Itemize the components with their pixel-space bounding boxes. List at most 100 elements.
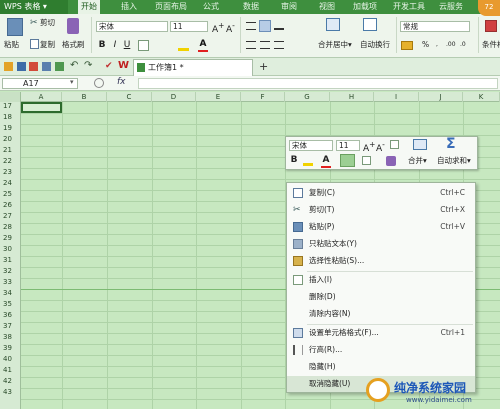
new-tab-button[interactable]: + [259,60,268,73]
copy-button[interactable]: 复制 [40,40,55,50]
mini-bold-button[interactable]: B [289,155,299,166]
menu-item-clear[interactable]: 清除内容(N) [287,306,475,322]
row-header[interactable]: 40 [0,355,21,364]
number-format-combo[interactable]: 常规 [400,21,470,32]
row-header[interactable]: 31 [0,256,21,265]
row-header[interactable]: 42 [0,377,21,386]
menu-item-delete[interactable]: 删除(D) [287,289,475,305]
menu-item-paste-text[interactable]: 只粘贴文本(Y) [287,236,475,252]
column-header-k[interactable]: K [463,92,500,102]
underline-button[interactable]: U [122,40,132,51]
merge-center-button[interactable]: 合并居中▾ [318,40,352,50]
zoom-icon[interactable] [94,78,104,88]
row-header[interactable]: 26 [0,201,21,210]
paste-button[interactable]: 粘贴 [4,40,19,50]
select-all-corner[interactable] [0,92,21,102]
row-header[interactable]: 21 [0,146,21,155]
row-header[interactable]: 25 [0,190,21,199]
spell-check-icon[interactable]: ✔ [105,61,113,71]
row-header[interactable]: 24 [0,179,21,188]
row-header[interactable]: 39 [0,344,21,353]
font-shrink-icon[interactable]: A- [226,21,235,35]
column-header-a[interactable]: A [21,92,62,102]
export-pdf-icon[interactable] [29,62,38,71]
selected-cell[interactable] [21,102,62,113]
app-menu-button[interactable]: WPS 表格 ▾ [0,0,68,14]
format-painter-button[interactable]: 格式刷 [62,40,85,50]
menu-item-copy[interactable]: 复制(C) Ctrl+C [287,185,475,201]
redo-icon[interactable]: ↷ [84,60,92,71]
row-header[interactable]: 17 [0,102,21,111]
mini-font-grow-icon[interactable]: A+ [363,140,375,154]
increase-decimal-icon[interactable]: .00 [446,40,456,50]
merge-center-icon[interactable] [326,18,340,31]
row-header[interactable]: 28 [0,223,21,232]
align-left-icon[interactable] [246,41,256,49]
tab-addins[interactable]: 加载项 [350,0,380,14]
tab-cloud[interactable]: 云服务 [436,0,466,14]
row-header[interactable]: 38 [0,333,21,342]
column-header-e[interactable]: E [196,92,241,102]
align-center-icon[interactable] [260,41,270,49]
column-header-f[interactable]: F [241,92,285,102]
row-header[interactable]: 19 [0,124,21,133]
tab-data[interactable]: 数据 [240,0,262,14]
row-header[interactable]: 18 [0,113,21,122]
font-grow-icon[interactable]: A+ [212,21,224,35]
bold-button[interactable]: B [97,40,107,51]
fill-color-icon[interactable] [178,40,189,51]
conditional-format-button[interactable]: 条件格 [482,40,500,50]
menu-item-format-cells[interactable]: 设置单元格格式(F)... Ctrl+1 [287,325,475,341]
row-header[interactable]: 23 [0,168,21,177]
row-header[interactable]: 34 [0,289,21,298]
row-header[interactable]: 43 [0,388,21,397]
menu-item-insert[interactable]: 插入(I) [287,272,475,288]
column-header-i[interactable]: I [374,92,419,102]
tab-developer[interactable]: 开发工具 [390,0,428,14]
mini-font-shrink-icon[interactable]: A- [376,140,385,154]
row-header[interactable]: 37 [0,322,21,331]
cut-button[interactable]: 剪切 [40,18,55,28]
column-header-g[interactable]: G [285,92,330,102]
decrease-decimal-icon[interactable]: .0 [460,40,466,50]
row-header[interactable]: 32 [0,267,21,276]
tab-formula[interactable]: 公式 [200,0,222,14]
mini-font-color-button[interactable]: A [321,155,331,168]
mini-autosum-button[interactable]: 自动求和▾ [437,156,471,166]
save-icon[interactable] [17,62,26,71]
mini-size-combo[interactable]: 11 [336,140,360,151]
menu-item-row-height[interactable]: 行高(R)... [287,342,475,358]
auto-wrap-icon[interactable] [363,18,377,31]
font-size-combo[interactable]: 11 [170,21,208,32]
tab-view[interactable]: 视图 [316,0,338,14]
menu-item-hide[interactable]: 隐藏(H) [287,359,475,375]
mini-format-painter-icon[interactable] [386,156,396,166]
paste-icon[interactable] [7,18,23,36]
font-color-icon[interactable]: A [198,39,208,52]
row-header[interactable]: 20 [0,135,21,144]
mini-font-combo[interactable]: 宋体 [289,140,333,151]
tab-page-layout[interactable]: 页面布局 [152,0,190,14]
column-header-b[interactable]: B [62,92,107,102]
mini-border-icon[interactable] [362,156,371,165]
document-tab[interactable]: 工作簿1 * [133,59,253,76]
conditional-format-icon[interactable] [485,20,497,32]
undo-icon[interactable]: ↶ [70,60,78,71]
thousands-icon[interactable]: , [436,40,438,50]
column-header-d[interactable]: D [152,92,196,102]
row-header[interactable]: 22 [0,157,21,166]
mini-fill-color-icon[interactable] [303,156,313,166]
align-top-icon[interactable] [246,22,256,30]
menu-item-paste[interactable]: 粘贴(P) Ctrl+V [287,219,475,235]
print-preview-icon[interactable] [55,62,64,71]
mini-merge-button[interactable]: 合并▾ [408,156,427,166]
border-icon[interactable] [138,40,149,51]
mini-align-icon[interactable] [340,154,355,167]
percent-button[interactable]: % [422,40,429,50]
tab-home[interactable]: 开始 [78,0,100,14]
column-header-h[interactable]: H [330,92,374,102]
name-box-dropdown-icon[interactable]: ▾ [70,78,74,86]
name-box[interactable]: A17 [2,78,78,89]
row-header[interactable]: 27 [0,212,21,221]
row-header[interactable]: 29 [0,234,21,243]
